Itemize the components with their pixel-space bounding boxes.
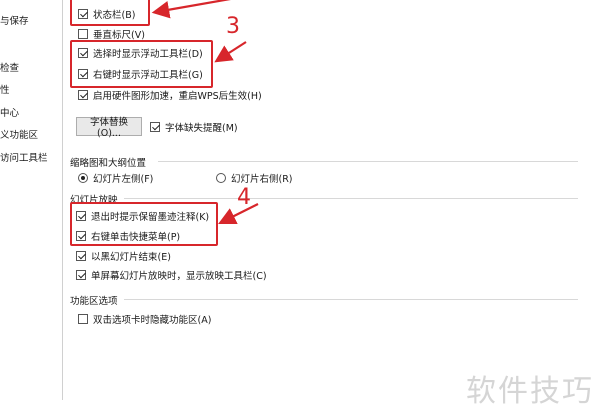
annotation-box-float-toolbar	[70, 40, 213, 88]
thumbnail-left-label: 幻灯片左侧(F)	[93, 174, 154, 185]
arrow-status-bar	[151, 0, 231, 19]
annotation-number-4: 4	[237, 185, 251, 210]
slideshow-section-divider	[124, 198, 578, 199]
sidebar-item-property[interactable]: 性	[0, 82, 10, 96]
thumbnail-right-radio[interactable]	[216, 173, 226, 183]
annotation-number-3: 3	[226, 14, 240, 39]
hide-ribbon-checkbox[interactable]	[78, 314, 88, 324]
thumbnail-left-radio[interactable]	[78, 173, 88, 183]
ribbon-item[interactable]: 双击选项卡时隐藏功能区(A)	[78, 312, 211, 326]
hw-accel-option[interactable]: 启用硬件图形加速，重启WPS后生效(H)	[78, 88, 262, 102]
thumbnail-right-label: 幻灯片右侧(R)	[231, 174, 293, 185]
vertical-ruler-checkbox[interactable]	[78, 29, 88, 39]
sidebar-item-save[interactable]: 与保存	[0, 13, 29, 27]
end-black-slide-label: 以黑幻灯片结束(E)	[91, 252, 171, 263]
thumbnail-right-option[interactable]: 幻灯片右侧(R)	[216, 171, 293, 185]
end-black-slide-checkbox[interactable]	[76, 251, 86, 261]
show-play-toolbar-label: 单屏幕幻灯片放映时，显示放映工具栏(C)	[91, 271, 267, 282]
sidebar-item-quick-access[interactable]: 访问工具栏	[0, 150, 48, 164]
vertical-ruler-option[interactable]: 垂直标尺(V)	[78, 27, 145, 41]
options-sidebar: 与保存 检查 性 中心 义功能区 访问工具栏	[0, 0, 62, 400]
annotation-box-slideshow	[70, 202, 218, 246]
ribbon-section-title: 功能区选项	[70, 296, 118, 307]
sidebar-divider	[62, 0, 63, 400]
sidebar-item-check[interactable]: 检查	[0, 60, 19, 74]
font-missing-checkbox[interactable]	[150, 122, 160, 132]
slideshow-item[interactable]: 以黑幻灯片结束(E)	[76, 249, 171, 263]
hw-accel-label: 启用硬件图形加速，重启WPS后生效(H)	[93, 91, 262, 102]
arrow-float-toolbar	[214, 41, 247, 63]
show-play-toolbar-checkbox[interactable]	[76, 270, 86, 280]
slideshow-item[interactable]: 单屏幕幻灯片放映时，显示放映工具栏(C)	[76, 268, 267, 282]
annotation-box-status-bar	[70, 0, 150, 26]
hw-accel-checkbox[interactable]	[78, 90, 88, 100]
watermark-logo: 软件技巧	[466, 374, 594, 409]
font-replace-button[interactable]: 字体替换(O)...	[76, 117, 142, 139]
hide-ribbon-label: 双击选项卡时隐藏功能区(A)	[93, 315, 212, 326]
thumbnail-left-option[interactable]: 幻灯片左侧(F)	[78, 171, 153, 185]
vertical-ruler-label: 垂直标尺(V)	[93, 30, 145, 41]
sidebar-item-center[interactable]: 中心	[0, 105, 19, 119]
thumbnail-section-title: 缩略图和大纲位置	[70, 158, 147, 169]
sidebar-item-custom-ribbon[interactable]: 义功能区	[0, 127, 38, 141]
font-missing-option[interactable]: 字体缺失提醒(M)	[150, 120, 238, 134]
ribbon-section-divider	[124, 299, 578, 300]
thumbnail-section-divider	[158, 161, 578, 162]
font-missing-label: 字体缺失提醒(M)	[165, 123, 238, 134]
